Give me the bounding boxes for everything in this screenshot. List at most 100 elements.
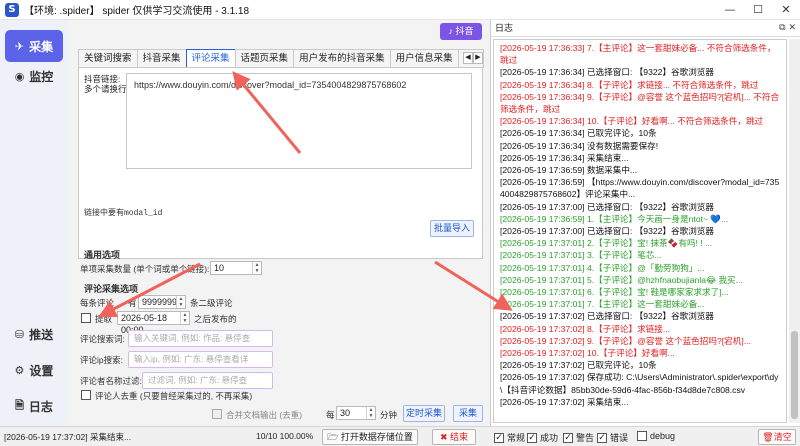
filter-label: debug: [650, 431, 676, 441]
progress-text: 10/10 100.00%: [256, 431, 314, 441]
minute-label: 分钟: [380, 410, 398, 420]
log-line: [2026-05-19 17:37:00] 已选择窗口: 【9322】谷歌浏览器: [500, 226, 714, 237]
log-line: [2026-05-19 17:37:02] 已选择窗口: 【9322】谷歌浏览器: [500, 311, 714, 322]
interval-value: 30: [340, 408, 351, 418]
spin-arrows-icon[interactable]: ▲ ▼: [366, 407, 375, 419]
log-scrollbar[interactable]: [789, 39, 800, 423]
dedupe-checkbox[interactable]: [81, 390, 91, 400]
tiktok-button[interactable]: ♪ 抖音: [440, 23, 482, 40]
log-output[interactable]: [2026-05-19 17:36:33] 7.【主评论】这一套甜妹必备... …: [493, 39, 787, 423]
log-line: [2026-05-19 17:37:02] 保存成功: C:\Users\Adm…: [500, 372, 779, 395]
url-value: https://www.douyin.com/discover?modal_id…: [134, 80, 407, 90]
filter-error[interactable]: ✓ 错误: [597, 431, 628, 444]
fetch-checkbox[interactable]: [81, 313, 91, 323]
end-button[interactable]: ✖ 结束: [432, 429, 476, 445]
per-comment-has: 有: [128, 298, 137, 308]
minimize-button[interactable]: —: [716, 0, 744, 20]
status-bar: [2026-05-19 17:37:02] 采集结束... 10/10 100.…: [0, 426, 800, 446]
log-line: [2026-05-19 17:36:59] 【https://www.douyi…: [500, 177, 780, 200]
log-panel: 日志 ⧉ ✕ [2026-05-19 17:36:33] 7.【主评论】这一套甜…: [490, 20, 800, 426]
collect-button[interactable]: 采集: [453, 405, 483, 422]
filter-warning[interactable]: ✓ 警告: [563, 431, 594, 444]
log-line: [2026-05-19 17:36:33] 7.【主评论】这一套甜妹必备... …: [500, 43, 776, 66]
sidebar-item-label: 推送: [29, 327, 54, 342]
log-line: [2026-05-19 17:37:02] 10.【子评论】好看啊...: [500, 348, 675, 359]
comment-search-input[interactable]: 输入关键词, 例如: 作品: 悬停查: [128, 330, 273, 347]
max-count-input[interactable]: 10 ▲ ▼: [210, 261, 262, 275]
sidebar-item-push[interactable]: ⛁ 推送: [5, 318, 63, 350]
checkbox-checked-icon[interactable]: ✓: [563, 432, 573, 443]
filter-success[interactable]: ✓ 成功: [527, 431, 558, 444]
app-logo-icon: S: [5, 2, 19, 17]
window-title: 【环境: .spider】 spider 仅供学习交流使用 - 3.1.18: [24, 6, 250, 17]
open-folder-button[interactable]: 🗁 打开数据存储位置: [322, 429, 418, 445]
open-folder-label: 打开数据存储位置: [340, 432, 413, 442]
tab-scroll-right-icon[interactable]: ▶: [473, 52, 483, 64]
log-scrollbar-thumb[interactable]: [791, 331, 798, 419]
url-textarea[interactable]: https://www.douyin.com/discover?modal_id…: [126, 73, 472, 169]
checkbox-unchecked-icon[interactable]: [637, 431, 647, 441]
checkbox-checked-icon[interactable]: ✓: [597, 432, 607, 443]
sidebar-item-settings[interactable]: ⚙ 设置: [5, 354, 63, 386]
log-line: [2026-05-19 17:36:59] 数据采集中...: [500, 165, 638, 176]
fetch-label: 提取: [95, 314, 113, 324]
per-comment-suffix: 条二级评论: [190, 298, 233, 308]
max-count-label: 单项采集数量 (单个词或单个链接):: [80, 264, 210, 274]
log-line: [2026-05-19 17:36:34] 已取完评论，10条: [500, 128, 657, 139]
tab-keyword-search[interactable]: 关键词搜索: [78, 49, 138, 68]
tab-scroll-left-icon[interactable]: ◀: [463, 52, 473, 64]
sub-comment-count-input[interactable]: 9999999 ▲ ▼: [138, 295, 186, 309]
close-button[interactable]: ✕: [772, 0, 800, 20]
spin-arrows-icon[interactable]: ▲ ▼: [180, 312, 189, 324]
merge-label: 合并文档输出 (去重): [226, 410, 303, 420]
log-line: [2026-05-19 17:37:01] 6.【子评论】宝! 鞋是哪家家求求了…: [500, 287, 729, 298]
sidebar-item-label: 监控: [29, 69, 54, 84]
log-line: [2026-05-19 17:37:02] 8.【子评论】求链接...: [500, 323, 671, 334]
log-panel-controls-icon[interactable]: ⧉ ✕: [779, 20, 796, 37]
log-line: [2026-05-19 17:36:34] 没有数据需要保存!: [500, 140, 659, 151]
tab-douyin-collect[interactable]: 抖音采集: [136, 49, 187, 68]
link-label: 抖音链接: 多个请换行: [84, 74, 127, 94]
tab-user-posts[interactable]: 用户发布的抖音采集: [293, 49, 391, 68]
log-line: [2026-05-19 17:37:00] 已选择窗口: 【9322】谷歌浏览器: [500, 201, 714, 212]
sidebar-item-collect[interactable]: ✈ 采集: [5, 30, 63, 62]
comment-ip-input[interactable]: 输入ip, 例如: 广东: 悬停查看详: [128, 351, 273, 368]
maximize-button[interactable]: ☐: [744, 0, 772, 20]
send-icon: ✈: [14, 39, 25, 53]
merge-checkbox[interactable]: [212, 409, 222, 419]
common-options-title: 通用选项: [84, 250, 121, 260]
spin-arrows-icon[interactable]: ▲ ▼: [252, 262, 261, 274]
checkbox-checked-icon[interactable]: ✓: [494, 432, 504, 443]
sidebar-item-log[interactable]: 🗎 日志: [5, 390, 63, 422]
filter-label: 成功: [540, 433, 559, 443]
tab-topic-collect[interactable]: 话题页采集: [234, 49, 295, 68]
log-line: [2026-05-19 17:36:34] 已选择窗口: 【9322】谷歌浏览器: [500, 67, 714, 78]
status-message: [2026-05-19 17:37:02] 采集结束...: [4, 432, 132, 442]
sidebar-item-monitor[interactable]: ◉ 监控: [5, 60, 63, 92]
dedupe-label: 评论人去重 (只要曾经采集过的, 不再采集): [95, 391, 253, 401]
commenter-name-label: 评论者名称过滤:: [80, 376, 142, 386]
filter-normal[interactable]: ✓ 常规: [494, 431, 525, 444]
link-label-line1: 抖音链接:: [84, 74, 121, 84]
filter-debug[interactable]: debug: [637, 431, 675, 441]
spin-arrows-icon[interactable]: ▲ ▼: [176, 296, 185, 308]
folder-icon: 🗁: [327, 432, 341, 442]
comment-ip-label: 评论ip搜索:: [80, 355, 123, 365]
fetch-date-input[interactable]: 2026-05-18 00:00 ▲▼: [117, 311, 190, 335]
clear-button[interactable]: 🗑清空: [758, 429, 796, 445]
timed-collect-button[interactable]: 定时采集: [403, 405, 445, 422]
fetch-after-label: 之后发布的: [194, 314, 237, 324]
log-header: 日志 ⧉ ✕: [491, 20, 800, 37]
sidebar: ✈ 采集 ◉ 监控 ⛁ 推送 ⚙ 设置 🗎 日志: [0, 20, 68, 426]
checkbox-checked-icon[interactable]: ✓: [527, 432, 537, 443]
sidebar-item-label: 日志: [28, 399, 53, 414]
log-line: [2026-05-19 17:37:01] 2.【子评论】宝! 抹茶🍫有吗! !…: [500, 238, 713, 249]
database-icon: ⛁: [14, 327, 25, 341]
log-line: [2026-05-19 17:37:02] 已取完评论，10条: [500, 360, 657, 371]
sidebar-item-label: 采集: [29, 39, 54, 54]
tab-user-info[interactable]: 用户信息采集: [389, 49, 459, 68]
batch-import-button[interactable]: 批量导入: [430, 220, 474, 237]
interval-input[interactable]: 30 ▲ ▼: [336, 406, 376, 420]
tab-comment-collect[interactable]: 评论采集: [185, 49, 236, 68]
commenter-name-input[interactable]: 过滤词, 例如: 广东: 悬停查: [142, 372, 273, 389]
